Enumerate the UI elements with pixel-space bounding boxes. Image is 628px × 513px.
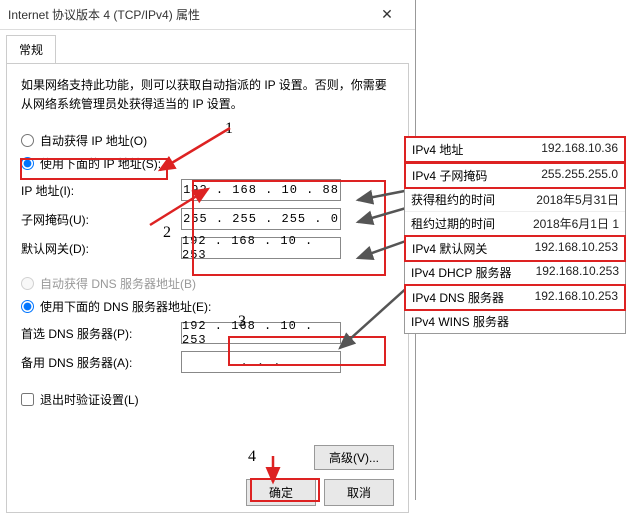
network-detail-label: IPv4 WINS 服务器 — [411, 313, 619, 330]
radio-manual-dns[interactable] — [21, 300, 34, 313]
network-detail-value: 2018年5月31日 — [536, 191, 619, 208]
network-detail-label: 租约过期的时间 — [411, 215, 533, 232]
ip-address-input[interactable]: 192 . 168 . 10 . 88 — [181, 179, 341, 201]
window-title: Internet 协议版本 4 (TCP/IPv4) 属性 — [8, 6, 367, 23]
network-detail-row: IPv4 子网掩码255.255.255.0 — [404, 162, 626, 189]
tab-content: 如果网络支持此功能，则可以获取自动指派的 IP 设置。否则，你需要从网络系统管理… — [6, 63, 409, 513]
validate-on-exit-row[interactable]: 退出时验证设置(L) — [21, 391, 394, 408]
network-detail-row: IPv4 WINS 服务器 — [405, 310, 625, 333]
network-detail-row: IPv4 DHCP 服务器192.168.10.253 — [405, 261, 625, 285]
alternate-dns-input[interactable]: . . . — [181, 351, 341, 373]
network-detail-value: 192.168.10.253 — [535, 240, 618, 257]
radio-manual-ip-label: 使用下面的 IP 地址(S): — [40, 155, 161, 172]
network-detail-label: IPv4 地址 — [412, 141, 541, 158]
network-detail-value: 255.255.255.0 — [541, 167, 618, 184]
preferred-dns-input[interactable]: 192 . 168 . 10 . 253 — [181, 322, 341, 344]
cancel-button[interactable]: 取消 — [324, 479, 394, 506]
gateway-label: 默认网关(D): — [21, 240, 181, 257]
radio-auto-dns-row: 自动获得 DNS 服务器地址(B) — [21, 275, 394, 292]
dns2-label: 备用 DNS 服务器(A): — [21, 354, 181, 371]
network-detail-label: IPv4 默认网关 — [412, 240, 535, 257]
validate-on-exit-label: 退出时验证设置(L) — [40, 391, 139, 408]
network-detail-label: 获得租约的时间 — [411, 191, 536, 208]
radio-manual-ip[interactable] — [21, 157, 34, 170]
ipv4-properties-dialog: Internet 协议版本 4 (TCP/IPv4) 属性 ✕ 常规 如果网络支… — [0, 0, 416, 500]
tab-strip: 常规 — [0, 30, 415, 63]
network-detail-value: 192.168.10.253 — [535, 289, 618, 306]
radio-auto-dns-label: 自动获得 DNS 服务器地址(B) — [40, 275, 196, 292]
network-detail-label: IPv4 DNS 服务器 — [412, 289, 535, 306]
network-detail-value: 192.168.10.36 — [541, 141, 618, 158]
subnet-mask-input[interactable]: 255 . 255 . 255 . 0 — [181, 208, 341, 230]
network-detail-value: 192.168.10.253 — [536, 264, 619, 281]
network-details-panel: IPv4 地址192.168.10.36IPv4 子网掩码255.255.255… — [404, 136, 626, 334]
radio-auto-ip-row[interactable]: 自动获得 IP 地址(O) — [21, 132, 394, 149]
network-detail-row: IPv4 默认网关192.168.10.253 — [404, 235, 626, 262]
close-icon[interactable]: ✕ — [367, 0, 407, 30]
radio-manual-dns-label: 使用下面的 DNS 服务器地址(E): — [40, 298, 211, 315]
radio-auto-ip-label: 自动获得 IP 地址(O) — [40, 132, 147, 149]
network-detail-value: 2018年6月1日 1 — [533, 215, 619, 232]
ok-button[interactable]: 确定 — [246, 479, 316, 506]
tab-general[interactable]: 常规 — [6, 35, 56, 64]
network-detail-row: 获得租约的时间2018年5月31日 — [405, 188, 625, 212]
ip-label: IP 地址(I): — [21, 182, 181, 199]
network-detail-label: IPv4 DHCP 服务器 — [411, 264, 536, 281]
radio-manual-dns-row[interactable]: 使用下面的 DNS 服务器地址(E): — [21, 298, 394, 315]
intro-text: 如果网络支持此功能，则可以获取自动指派的 IP 设置。否则，你需要从网络系统管理… — [21, 76, 394, 114]
radio-auto-dns — [21, 277, 34, 290]
radio-manual-ip-row[interactable]: 使用下面的 IP 地址(S): — [21, 155, 394, 172]
mask-label: 子网掩码(U): — [21, 211, 181, 228]
validate-on-exit-checkbox[interactable] — [21, 393, 34, 406]
gateway-input[interactable]: 192 . 168 . 10 . 253 — [181, 237, 341, 259]
titlebar: Internet 协议版本 4 (TCP/IPv4) 属性 ✕ — [0, 0, 415, 30]
dns1-label: 首选 DNS 服务器(P): — [21, 325, 181, 342]
radio-auto-ip[interactable] — [21, 134, 34, 147]
network-detail-row: 租约过期的时间2018年6月1日 1 — [405, 212, 625, 236]
advanced-button[interactable]: 高级(V)... — [314, 445, 394, 470]
network-detail-label: IPv4 子网掩码 — [412, 167, 541, 184]
network-detail-row: IPv4 地址192.168.10.36 — [404, 136, 626, 163]
network-detail-row: IPv4 DNS 服务器192.168.10.253 — [404, 284, 626, 311]
